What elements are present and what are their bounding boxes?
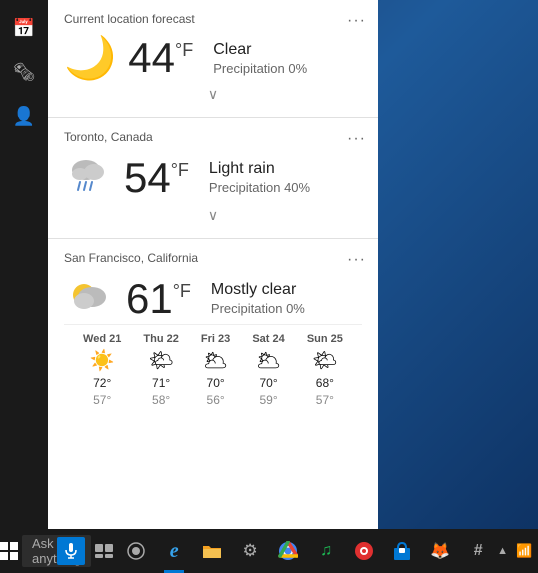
explorer-app[interactable] xyxy=(193,529,231,573)
forecast-fri-label: Fri 23 xyxy=(201,333,230,345)
current-weather-icon: 🌙 xyxy=(64,37,116,79)
forecast-sat: Sat 24 🌥 70° 59° xyxy=(252,333,284,407)
current-location-label: Current location forecast xyxy=(64,12,362,26)
cortana-icon xyxy=(127,542,145,560)
current-temp-value: 44 xyxy=(128,34,175,82)
sf-temp-unit: °F xyxy=(173,281,191,302)
taskbar: Ask me anything xyxy=(0,529,538,573)
weather-panel: Current location forecast ··· 🌙 44 °F Cl… xyxy=(48,0,378,530)
toronto-weather-icon xyxy=(64,152,112,203)
system-tray: ▲ 📶 🔊 6:42 PM 10/21/2015 xyxy=(497,529,538,573)
tray-chevron[interactable]: ▲ xyxy=(497,545,508,557)
sun-cloud-svg xyxy=(64,273,114,317)
weather-card-toronto: Toronto, Canada ··· 54 °F xyxy=(48,118,378,239)
spotify-app[interactable]: ♫ xyxy=(307,529,345,573)
chrome-app[interactable] xyxy=(269,529,307,573)
forecast-row: Wed 21 ☀️ 72° 57° Thu 22 🌤 71° 58° Fri 2… xyxy=(64,324,362,413)
current-temp: 44 °F xyxy=(128,34,193,82)
start-button[interactable] xyxy=(0,529,18,573)
forecast-sun-high: 68° xyxy=(316,376,334,390)
forecast-wed-high: 72° xyxy=(93,376,111,390)
forecast-sun-label: Sun 25 xyxy=(307,333,343,345)
sf-main: 61 °F Mostly clear Precipitation 0% xyxy=(64,273,362,324)
task-view-icon xyxy=(95,544,113,558)
toronto-location-label: Toronto, Canada xyxy=(64,130,362,144)
settings-app[interactable]: ⚙ xyxy=(231,529,269,573)
search-bar[interactable]: Ask me anything xyxy=(22,535,91,567)
microphone-button[interactable] xyxy=(57,537,85,565)
calendar-icon[interactable]: 📅 xyxy=(4,8,44,48)
firefox-app[interactable]: 🦊 xyxy=(421,529,459,573)
sf-location-label: San Francisco, California xyxy=(64,251,362,265)
current-main: 🌙 44 °F Clear Precipitation 0% xyxy=(64,34,362,82)
people-icon[interactable]: 👤 xyxy=(4,96,44,136)
news-icon[interactable]: 🗞 xyxy=(4,52,44,92)
forecast-fri-icon: 🌥 xyxy=(203,348,228,373)
forecast-wed: Wed 21 ☀️ 72° 57° xyxy=(83,333,121,407)
cloud-rain-svg xyxy=(64,152,112,196)
sf-condition: Mostly clear xyxy=(211,281,305,299)
desktop: 📅 🗞 👤 Current location forecast ··· 🌙 44… xyxy=(0,0,538,573)
task-view-button[interactable] xyxy=(95,529,113,573)
taskbar-apps: e ⚙ ♫ xyxy=(117,529,497,573)
toronto-precip: Precipitation 40% xyxy=(209,180,310,195)
network-icon: 📶 xyxy=(516,543,532,559)
sf-temp-value: 61 xyxy=(126,275,173,323)
weather-card-sf: San Francisco, California ··· 61 °F Most xyxy=(48,239,378,421)
windows-logo-icon xyxy=(0,542,18,560)
toronto-temp-unit: °F xyxy=(171,160,189,181)
weather-card-current: Current location forecast ··· 🌙 44 °F Cl… xyxy=(48,0,378,118)
groove-icon xyxy=(354,541,374,561)
toronto-temp: 54 °F xyxy=(124,154,189,202)
mic-icon xyxy=(65,543,77,559)
store-icon xyxy=(392,541,412,561)
current-temp-unit: °F xyxy=(175,40,193,61)
forecast-thu-label: Thu 22 xyxy=(143,333,178,345)
forecast-fri-low: 56° xyxy=(207,393,225,407)
cortana-app[interactable] xyxy=(117,529,155,573)
groove-app[interactable] xyxy=(345,529,383,573)
forecast-sun-low: 57° xyxy=(316,393,334,407)
folder-icon xyxy=(202,542,222,560)
sf-precip: Precipitation 0% xyxy=(211,301,305,316)
sf-desc: Mostly clear Precipitation 0% xyxy=(211,281,305,316)
toronto-desc: Light rain Precipitation 40% xyxy=(209,160,310,195)
forecast-fri: Fri 23 🌥 70° 56° xyxy=(201,333,230,407)
current-precip: Precipitation 0% xyxy=(213,61,307,76)
sf-weather-icon xyxy=(64,273,114,324)
toronto-temp-value: 54 xyxy=(124,154,171,202)
forecast-thu: Thu 22 🌤 71° 58° xyxy=(143,333,178,407)
forecast-sat-icon: 🌥 xyxy=(256,348,281,373)
forecast-wed-low: 57° xyxy=(93,393,111,407)
forecast-sat-label: Sat 24 xyxy=(252,333,284,345)
sf-more-button[interactable]: ··· xyxy=(347,251,366,269)
current-condition: Clear xyxy=(213,41,307,59)
forecast-sun: Sun 25 🌤 68° 57° xyxy=(307,333,343,407)
toronto-main: 54 °F Light rain Precipitation 40% xyxy=(64,152,362,203)
current-more-button[interactable]: ··· xyxy=(347,12,366,30)
forecast-sat-low: 59° xyxy=(259,393,277,407)
forecast-sun-icon: 🌤 xyxy=(312,348,337,373)
forecast-thu-icon: 🌤 xyxy=(148,348,173,373)
hashtag-app[interactable]: # xyxy=(459,529,497,573)
forecast-sat-high: 70° xyxy=(259,376,277,390)
toronto-condition: Light rain xyxy=(209,160,310,178)
current-desc: Clear Precipitation 0% xyxy=(213,41,307,76)
forecast-fri-high: 70° xyxy=(207,376,225,390)
forecast-wed-label: Wed 21 xyxy=(83,333,121,345)
sidebar: 📅 🗞 👤 xyxy=(0,0,48,573)
store-app[interactable] xyxy=(383,529,421,573)
forecast-thu-low: 58° xyxy=(152,393,170,407)
chrome-icon xyxy=(278,541,298,561)
sf-temp: 61 °F xyxy=(126,275,191,323)
forecast-thu-high: 71° xyxy=(152,376,170,390)
forecast-wed-icon: ☀️ xyxy=(90,348,115,373)
current-chevron[interactable]: ∨ xyxy=(64,82,362,109)
toronto-chevron[interactable]: ∨ xyxy=(64,203,362,230)
toronto-more-button[interactable]: ··· xyxy=(347,130,366,148)
edge-app[interactable]: e xyxy=(155,529,193,573)
